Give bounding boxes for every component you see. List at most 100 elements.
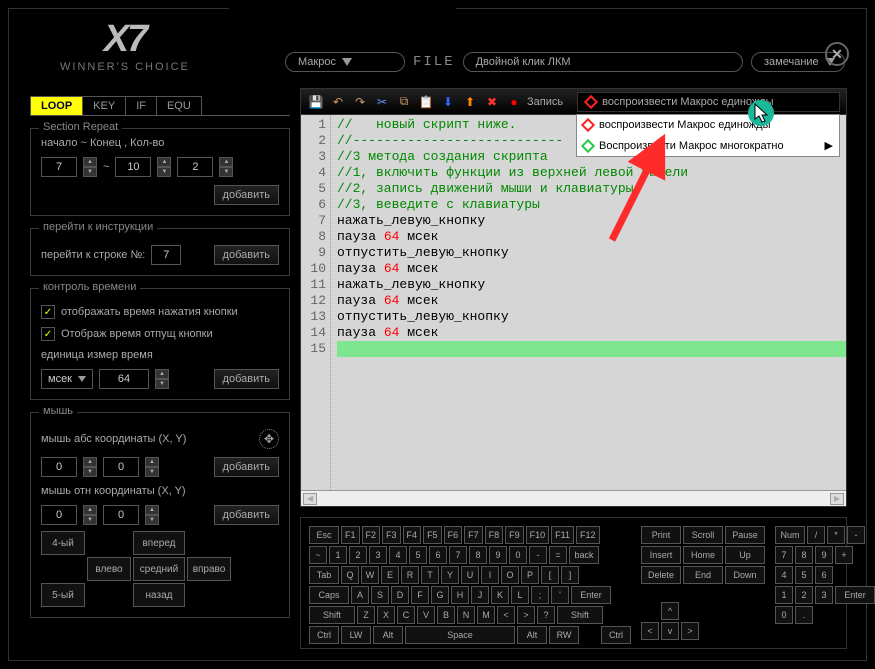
key-esc[interactable]: Esc [309, 526, 339, 544]
key-f2[interactable]: F2 [362, 526, 381, 544]
key-tab[interactable]: Tab [309, 566, 339, 584]
key-delete[interactable]: Delete [641, 566, 681, 584]
abs-x-input[interactable]: 0 [41, 457, 77, 477]
key-v[interactable]: V [417, 606, 435, 624]
code-editor[interactable]: 123456789101112131415 // новый скрипт ни… [301, 115, 846, 490]
abs-add-button[interactable]: добавить [214, 457, 279, 477]
key-insert[interactable]: Insert [641, 546, 681, 564]
key-w[interactable]: W [361, 566, 379, 584]
macro-dropdown[interactable]: Макрос [285, 52, 405, 72]
key-j[interactable]: J [471, 586, 489, 604]
key-1[interactable]: 1 [775, 586, 793, 604]
cut-icon[interactable]: ✂ [373, 93, 391, 111]
key->[interactable]: > [517, 606, 535, 624]
spin-up-icon[interactable]: ▲ [157, 157, 171, 167]
key-h[interactable]: H [451, 586, 469, 604]
key-i[interactable]: I [481, 566, 499, 584]
scroll-right-icon[interactable]: ▶ [830, 493, 844, 505]
key-?[interactable]: ? [537, 606, 555, 624]
filename-input[interactable]: Двойной клик ЛКМ [463, 52, 743, 72]
key-l[interactable]: L [511, 586, 529, 604]
key-home[interactable]: Home [683, 546, 723, 564]
key-<[interactable]: < [641, 622, 659, 640]
key-3[interactable]: 3 [369, 546, 387, 564]
close-button[interactable]: ✕ [825, 42, 849, 66]
key-m[interactable]: M [477, 606, 495, 624]
spin-down-icon[interactable]: ▼ [145, 515, 159, 525]
key-f5[interactable]: F5 [423, 526, 442, 544]
spin-up-icon[interactable]: ▲ [155, 369, 169, 379]
key-o[interactable]: O [501, 566, 519, 584]
time-unit-select[interactable]: мсек [41, 369, 93, 389]
key-f1[interactable]: F1 [341, 526, 360, 544]
key-x[interactable]: X [377, 606, 395, 624]
redo-icon[interactable]: ↷ [351, 93, 369, 111]
key--[interactable]: - [529, 546, 547, 564]
key-end[interactable]: End [683, 566, 723, 584]
play-mode-combo[interactable]: воспроизвести Макрос единожды [577, 92, 840, 112]
key-=[interactable]: = [549, 546, 567, 564]
key-5[interactable]: 5 [409, 546, 427, 564]
start-input[interactable]: 7 [41, 157, 77, 177]
key-b[interactable]: B [437, 606, 455, 624]
key->[interactable]: > [681, 622, 699, 640]
checkbox-press-time[interactable]: ✓ [41, 305, 55, 319]
spin-up-icon[interactable]: ▲ [145, 457, 159, 467]
key-*[interactable]: * [827, 526, 845, 544]
key-][interactable]: ] [561, 566, 579, 584]
key-[[interactable]: [ [541, 566, 559, 584]
key-;[interactable]: ; [531, 586, 549, 604]
key-f10[interactable]: F10 [526, 526, 550, 544]
mouse-btn-4[interactable]: 4-ый [41, 531, 85, 555]
key-f7[interactable]: F7 [464, 526, 483, 544]
key-1[interactable]: 1 [329, 546, 347, 564]
key-enter[interactable]: Enter [571, 586, 611, 604]
crosshair-icon[interactable] [259, 429, 279, 449]
end-input[interactable]: 10 [115, 157, 151, 177]
abs-y-input[interactable]: 0 [103, 457, 139, 477]
key-^[interactable]: ^ [661, 602, 679, 620]
key-shift[interactable]: Shift [309, 606, 355, 624]
key-enter[interactable]: Enter [835, 586, 875, 604]
key-f9[interactable]: F9 [505, 526, 524, 544]
key-d[interactable]: D [391, 586, 409, 604]
key-7[interactable]: 7 [775, 546, 793, 564]
spin-up-icon[interactable]: ▲ [83, 157, 97, 167]
spin-up-icon[interactable]: ▲ [83, 505, 97, 515]
key-f12[interactable]: F12 [576, 526, 600, 544]
key-.[interactable]: . [795, 606, 813, 624]
spin-down-icon[interactable]: ▼ [219, 167, 233, 177]
goto-input[interactable]: 7 [151, 245, 181, 265]
spin-down-icon[interactable]: ▼ [157, 167, 171, 177]
key-'[interactable]: ' [551, 586, 569, 604]
key-scroll[interactable]: Scroll [683, 526, 723, 544]
code-body[interactable]: // новый скрипт ниже.//-----------------… [331, 115, 846, 490]
spin-up-icon[interactable]: ▲ [83, 457, 97, 467]
key-8[interactable]: 8 [469, 546, 487, 564]
key-9[interactable]: 9 [489, 546, 507, 564]
key-q[interactable]: Q [341, 566, 359, 584]
key-<[interactable]: < [497, 606, 515, 624]
key--[interactable]: - [847, 526, 865, 544]
rel-x-input[interactable]: 0 [41, 505, 77, 525]
record-icon[interactable]: ● [505, 93, 523, 111]
key-3[interactable]: 3 [815, 586, 833, 604]
key-0[interactable]: 0 [775, 606, 793, 624]
key-lw[interactable]: LW [341, 626, 371, 644]
key-down[interactable]: Down [725, 566, 765, 584]
key-k[interactable]: K [491, 586, 509, 604]
mouse-btn-left[interactable]: влево [87, 557, 131, 581]
key-y[interactable]: Y [441, 566, 459, 584]
goto-add-button[interactable]: добавить [214, 245, 279, 265]
tab-if[interactable]: IF [125, 96, 157, 115]
mouse-btn-5[interactable]: 5-ый [41, 583, 85, 607]
delete-icon[interactable]: ✖ [483, 93, 501, 111]
key-v[interactable]: v [661, 622, 679, 640]
copy-icon[interactable]: ⧉ [395, 93, 413, 111]
key-e[interactable]: E [381, 566, 399, 584]
undo-icon[interactable]: ↶ [329, 93, 347, 111]
key-print[interactable]: Print [641, 526, 681, 544]
key-f6[interactable]: F6 [444, 526, 463, 544]
key-0[interactable]: 0 [509, 546, 527, 564]
checkbox-release-time[interactable]: ✓ [41, 327, 55, 341]
